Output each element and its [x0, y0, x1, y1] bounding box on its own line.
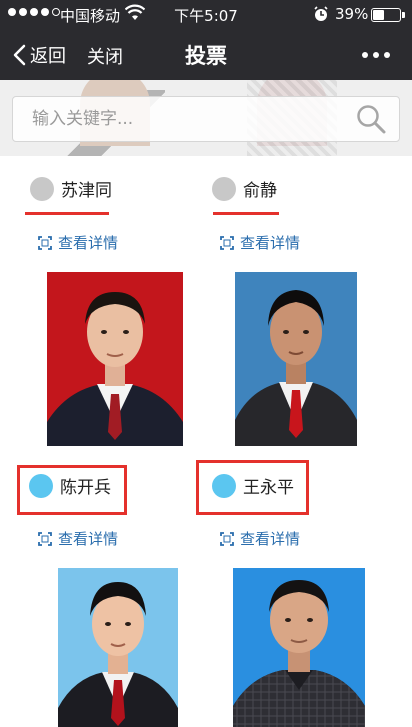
portrait-image	[58, 568, 178, 727]
candidate-header[interactable]: 苏津同	[30, 176, 112, 201]
view-details-label: 查看详情	[240, 530, 301, 548]
search-box	[12, 96, 400, 142]
red-underline	[213, 212, 279, 215]
candidate-photo[interactable]	[233, 568, 365, 727]
view-details-link[interactable]: 查看详情	[220, 528, 300, 549]
candidate-avatar	[212, 176, 236, 201]
candidate-header[interactable]: 俞静	[212, 176, 277, 201]
battery-level	[373, 10, 384, 20]
portrait-image	[233, 568, 365, 727]
view-details-link[interactable]: 查看详情	[220, 232, 300, 253]
view-details-link[interactable]: 查看详情	[38, 528, 118, 549]
expand-icon	[38, 531, 52, 546]
candidate-photo[interactable]	[235, 272, 357, 446]
expand-icon	[220, 531, 234, 546]
battery-icon	[371, 8, 405, 22]
view-details-label: 查看详情	[240, 234, 301, 252]
search-input[interactable]	[13, 97, 353, 141]
status-bar: 中国移动 下午5:07 39%	[0, 0, 412, 30]
candidate-name: 苏津同	[61, 181, 112, 201]
candidate-avatar	[29, 473, 53, 498]
alarm-icon	[314, 6, 328, 21]
candidate-name: 陈开兵	[60, 478, 111, 498]
more-dots-icon[interactable]	[362, 52, 390, 58]
candidate-photo[interactable]	[47, 272, 183, 446]
portrait-image	[47, 272, 183, 446]
page-title: 投票	[185, 44, 227, 68]
expand-icon	[220, 235, 234, 250]
candidate-avatar	[30, 176, 54, 201]
candidate-name: 俞静	[243, 181, 277, 201]
candidate-header[interactable]: 王永平	[212, 473, 294, 498]
candidate-photo[interactable]	[58, 568, 178, 727]
view-details-label: 查看详情	[58, 234, 119, 252]
battery-percent: 39%	[335, 5, 369, 23]
candidate-name: 王永平	[243, 478, 294, 498]
candidate-avatar	[212, 473, 236, 498]
candidate-header[interactable]: 陈开兵	[29, 473, 111, 498]
view-details-label: 查看详情	[58, 530, 119, 548]
search-icon[interactable]	[355, 103, 387, 135]
expand-icon	[38, 235, 52, 250]
view-details-link[interactable]: 查看详情	[38, 232, 118, 253]
nav-bar: 返回 关闭 投票	[0, 30, 412, 80]
red-underline	[25, 212, 109, 215]
portrait-image	[235, 272, 357, 446]
